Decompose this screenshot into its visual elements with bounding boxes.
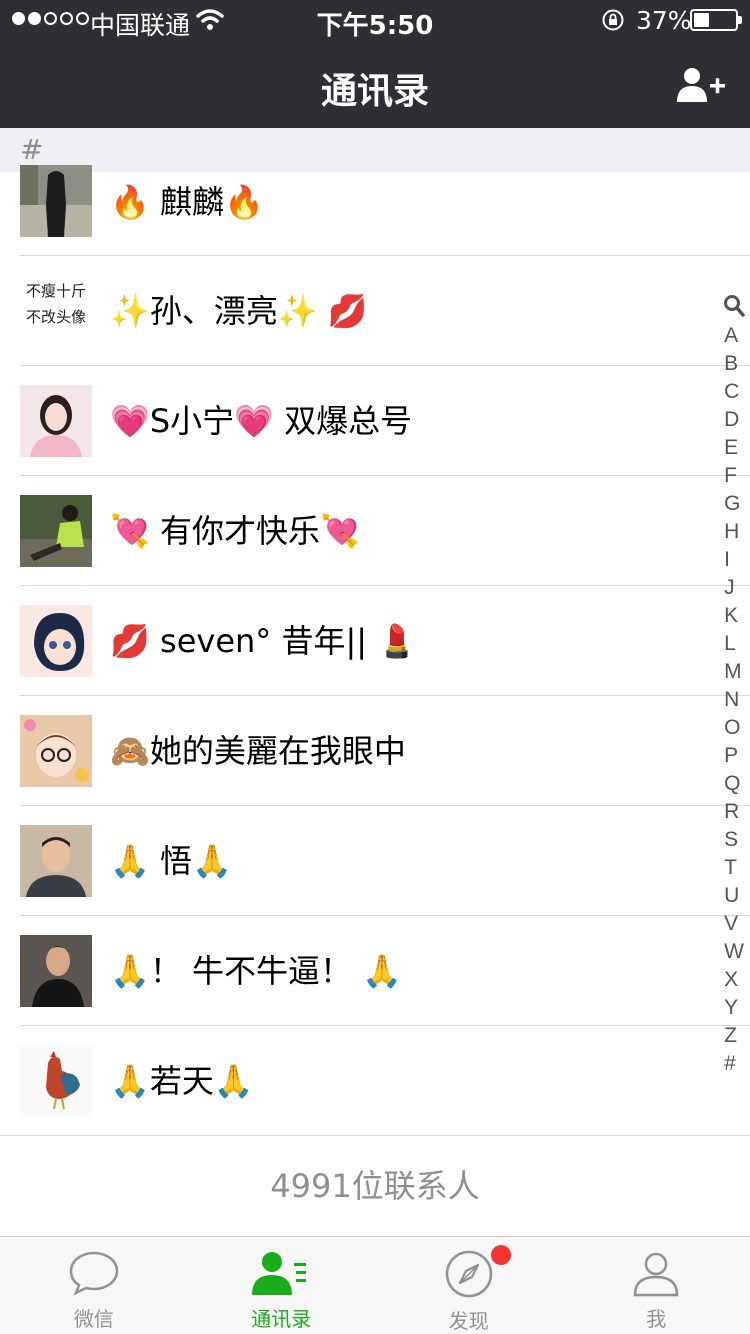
index-letter[interactable]: # bbox=[724, 1050, 744, 1078]
avatar bbox=[20, 495, 92, 567]
index-letter[interactable]: D bbox=[724, 406, 744, 434]
index-letter[interactable]: C bbox=[724, 378, 744, 406]
tab-bar: 微信 通讯录 发现 我 bbox=[0, 1236, 750, 1334]
contact-row[interactable]: 🙈她的美麗在我眼中 bbox=[0, 696, 750, 806]
contact-row[interactable]: 🔥 麒麟🔥 bbox=[0, 165, 750, 256]
index-letter[interactable]: T bbox=[724, 854, 744, 882]
index-letter[interactable]: H bbox=[724, 518, 744, 546]
contact-name: 🙈她的美麗在我眼中 bbox=[110, 732, 406, 770]
index-letter[interactable]: A bbox=[724, 322, 744, 350]
contact-row[interactable]: 🙏！ 牛不牛逼！ 🙏 bbox=[0, 916, 750, 1026]
contacts-screen: 中国联通 下午5:50 37% 通讯录 # 🔥 麒麟🔥 不瘦十斤 不改头像 ✨孙… bbox=[0, 0, 750, 1334]
avatar bbox=[20, 715, 92, 787]
index-letter[interactable]: N bbox=[724, 686, 744, 714]
avatar-caption: 不改头像 bbox=[25, 308, 86, 326]
contacts-icon bbox=[252, 1252, 307, 1295]
index-letter[interactable]: B bbox=[724, 350, 744, 378]
contact-name: 🙏 悟🙏 bbox=[110, 842, 232, 880]
contact-count: 4991位联系人 bbox=[270, 1167, 480, 1205]
avatar bbox=[20, 605, 92, 677]
tab-label: 通讯录 bbox=[251, 1307, 312, 1331]
contact-list: 🔥 麒麟🔥 不瘦十斤 不改头像 ✨孙、漂亮✨ 💋 💗S小宁💗 双爆总号 💘 有你… bbox=[0, 165, 750, 1136]
battery-icon bbox=[690, 9, 742, 31]
avatar bbox=[20, 165, 92, 237]
tab-label: 我 bbox=[646, 1307, 667, 1331]
add-contact-icon[interactable] bbox=[676, 66, 726, 104]
compass-icon bbox=[445, 1250, 492, 1298]
tab-chats[interactable]: 微信 bbox=[0, 1237, 188, 1334]
avatar bbox=[20, 385, 92, 457]
contact-row[interactable]: 🙏若天🙏 bbox=[0, 1026, 750, 1136]
index-letter[interactable]: V bbox=[724, 910, 744, 938]
index-letter[interactable]: S bbox=[724, 826, 744, 854]
index-letter[interactable]: R bbox=[724, 798, 744, 826]
contact-row[interactable]: 不瘦十斤 不改头像 ✨孙、漂亮✨ 💋 bbox=[0, 256, 750, 366]
contact-row[interactable]: 🙏 悟🙏 bbox=[0, 806, 750, 916]
tab-me[interactable]: 我 bbox=[563, 1237, 750, 1334]
index-letter[interactable]: E bbox=[724, 434, 744, 462]
index-letter[interactable]: X bbox=[724, 966, 744, 994]
contact-name: 💋 seven° 昔年|| 💄 bbox=[110, 622, 418, 660]
avatar: 不瘦十斤 不改头像 bbox=[20, 275, 92, 347]
tab-discover[interactable]: 发现 bbox=[375, 1237, 563, 1334]
person-icon bbox=[633, 1252, 679, 1297]
contact-row[interactable]: 💗S小宁💗 双爆总号 bbox=[0, 366, 750, 476]
index-letter[interactable]: W bbox=[724, 938, 744, 966]
index-letter[interactable]: P bbox=[724, 742, 744, 770]
index-letter[interactable]: Q bbox=[724, 770, 744, 798]
index-letter[interactable]: G bbox=[724, 490, 744, 518]
avatar bbox=[20, 1045, 92, 1117]
chat-bubble-icon bbox=[69, 1251, 119, 1296]
index-letter[interactable]: Y bbox=[724, 994, 744, 1022]
avatar bbox=[20, 825, 92, 897]
index-letter[interactable]: K bbox=[724, 602, 744, 630]
status-bar: 中国联通 下午5:50 37% bbox=[0, 0, 750, 41]
notification-badge bbox=[491, 1245, 511, 1265]
index-letter[interactable]: U bbox=[724, 882, 744, 910]
index-letter[interactable]: L bbox=[724, 630, 744, 658]
top-bar: 中国联通 下午5:50 37% 通讯录 bbox=[0, 0, 750, 128]
contact-name: 🙏！ 牛不牛逼！ 🙏 bbox=[110, 952, 403, 990]
index-letter[interactable]: M bbox=[724, 658, 744, 686]
rotation-lock-icon bbox=[602, 9, 624, 31]
section-header: # bbox=[0, 128, 750, 172]
index-letter[interactable]: J bbox=[724, 574, 744, 602]
index-letter[interactable]: O bbox=[724, 714, 744, 742]
index-letter[interactable]: I bbox=[724, 546, 744, 574]
alphabet-index[interactable]: A B C D E F G H I J K L M N O P Q R S T U V W X Y Z # bbox=[718, 294, 750, 1078]
tab-label: 微信 bbox=[73, 1307, 114, 1331]
contact-name: 🔥 麒麟🔥 bbox=[110, 183, 264, 221]
avatar bbox=[20, 935, 92, 1007]
tab-label: 发现 bbox=[448, 1309, 489, 1333]
page-title: 通讯录 bbox=[320, 71, 429, 112]
contact-row[interactable]: 💘 有你才快乐💘 bbox=[0, 476, 750, 586]
tab-contacts[interactable]: 通讯录 bbox=[188, 1237, 376, 1334]
contact-name: 🙏若天🙏 bbox=[110, 1062, 254, 1100]
search-icon[interactable] bbox=[723, 294, 745, 318]
index-letter[interactable]: Z bbox=[724, 1022, 744, 1050]
contact-name: 💗S小宁💗 双爆总号 bbox=[110, 402, 413, 440]
contact-name: ✨孙、漂亮✨ 💋 bbox=[110, 292, 368, 330]
battery-percent: 37% bbox=[636, 6, 692, 35]
index-letter[interactable]: F bbox=[724, 462, 744, 490]
contact-row[interactable]: 💋 seven° 昔年|| 💄 bbox=[0, 586, 750, 696]
avatar-caption: 不瘦十斤 bbox=[25, 282, 86, 300]
contact-name: 💘 有你才快乐💘 bbox=[110, 512, 360, 550]
